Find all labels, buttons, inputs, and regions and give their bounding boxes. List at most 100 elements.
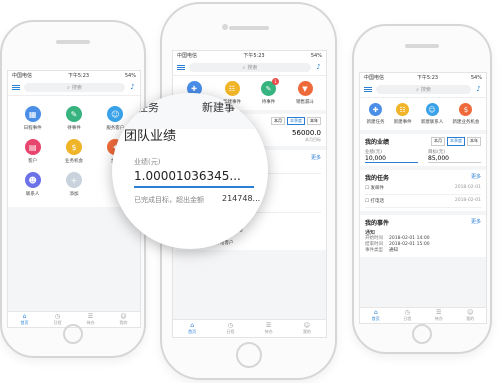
period-quarter[interactable]: 本季度 bbox=[287, 117, 305, 125]
shortcut-icon: ☺ bbox=[425, 103, 439, 116]
shortcut-icon: + bbox=[65, 172, 82, 188]
tab-todo[interactable]: ☰ 待办 bbox=[423, 308, 455, 323]
menu-icon[interactable] bbox=[364, 87, 372, 92]
shortcut-label: 新建业务机会 bbox=[452, 120, 480, 125]
tab-home[interactable]: ⌂ 首页 bbox=[8, 312, 41, 327]
home-icon: ⌂ bbox=[373, 309, 378, 316]
bell-icon[interactable]: ♪ bbox=[475, 86, 482, 93]
calendar-icon: ◷ bbox=[227, 322, 233, 329]
more-link[interactable]: 更多 bbox=[471, 218, 481, 227]
search-input[interactable]: ⌕ 搜索 bbox=[189, 63, 311, 72]
home-icon: ⌂ bbox=[22, 313, 27, 320]
earpiece bbox=[56, 40, 90, 44]
shortcut-label: 新建联系人 bbox=[420, 120, 444, 125]
home-button bbox=[235, 342, 262, 368]
lens-title: 团队业绩 bbox=[124, 129, 177, 144]
my-tasks: 我的任务 更多 ☐ 发邮件 2018-02-01 ☐ 打电话 2018-02-01 bbox=[360, 170, 486, 211]
shortcut-label: 业务机会 bbox=[64, 159, 83, 164]
right-screen: 中国电信 下午5:23 54% ⌕ 搜索 ♪ ✚ 新建任务 ☷ 新建事件 ☺ 新建联系人 $ 新… bbox=[359, 72, 487, 324]
search-icon: ⌕ bbox=[67, 84, 70, 91]
search-input[interactable]: ⌕ 搜索 bbox=[24, 83, 125, 92]
shortcut-item[interactable]: ✎ 待事件 bbox=[53, 106, 94, 131]
tab-schedule[interactable]: ◷ 日程 bbox=[211, 320, 249, 337]
badge: 1 bbox=[272, 78, 279, 85]
shortcut-label: 新建任务 bbox=[366, 120, 385, 125]
target-value: 56000.0 bbox=[292, 129, 321, 137]
shortcut-icon: $ bbox=[459, 103, 473, 116]
list-icon: ☰ bbox=[87, 313, 94, 320]
list-icon: ☰ bbox=[265, 322, 272, 329]
user-icon: ☺ bbox=[120, 313, 127, 320]
shortcut-icon: ✚ bbox=[369, 103, 383, 116]
front-camera bbox=[222, 24, 228, 30]
more-link[interactable]: 更多 bbox=[311, 154, 321, 163]
task-row[interactable]: ☐ 发邮件 2018-02-01 bbox=[365, 182, 481, 195]
tab-home[interactable]: ⌂ 首页 bbox=[173, 320, 211, 337]
shortcut-label: 待事件 bbox=[67, 126, 81, 131]
detail-row: 事件类型 通知 bbox=[365, 248, 398, 253]
period-month[interactable]: 本月 bbox=[271, 117, 285, 125]
shortcut-label: 日程事件 bbox=[23, 126, 42, 131]
battery: 54% bbox=[124, 72, 136, 79]
search-icon: ⌕ bbox=[416, 86, 419, 93]
search-input[interactable]: ⌕ 搜索 bbox=[376, 85, 471, 94]
shortcut-item[interactable]: ☷ 新建事件 bbox=[394, 103, 412, 125]
task-row[interactable]: ☐ 打电话 2018-02-01 bbox=[365, 195, 481, 208]
bell-icon[interactable]: ♪ bbox=[315, 64, 322, 71]
period-year[interactable]: 本年 bbox=[467, 137, 481, 146]
period-month[interactable]: 本月 bbox=[431, 137, 445, 146]
tab-me[interactable]: ☺ 我的 bbox=[455, 308, 487, 323]
home-button bbox=[412, 324, 432, 344]
user-icon: ☺ bbox=[467, 309, 474, 316]
tab-schedule[interactable]: ◷ 日程 bbox=[392, 308, 424, 323]
app-bar: ⌕ 搜索 ♪ bbox=[173, 60, 326, 76]
shortcut-item[interactable]: $ 新建业务机会 bbox=[452, 103, 479, 125]
lens-tab-new: 新建事 bbox=[202, 101, 235, 114]
bell-icon[interactable]: ♪ bbox=[129, 84, 136, 91]
shortcut-item[interactable]: ▤ 客户 bbox=[12, 139, 53, 164]
target-value: 85,000 bbox=[428, 155, 481, 163]
shortcut-item[interactable]: + 添加 bbox=[53, 172, 94, 197]
shortcut-label: 新建事件 bbox=[393, 120, 412, 125]
shortcut-icon: ✎ bbox=[65, 106, 82, 122]
tab-home[interactable]: ⌂ 首页 bbox=[360, 308, 392, 323]
shortcut-label: 添加 bbox=[69, 192, 79, 197]
my-performance: 我的业绩 本月 本季度 本年 业绩(元) 10,000 目标(元) 85,000 bbox=[360, 134, 486, 166]
tab-me[interactable]: ☺ 我的 bbox=[107, 312, 140, 327]
shortcut-item[interactable]: ✚ 新建任务 bbox=[367, 103, 385, 125]
clock: 下午5:23 bbox=[67, 73, 90, 79]
carrier: 中国电信 bbox=[12, 73, 33, 79]
calendar-icon: ◷ bbox=[404, 309, 410, 316]
tab-todo[interactable]: ☰ 待办 bbox=[74, 312, 107, 327]
quick-actions: ✚ 新建任务 ☷ 新建事件 ☺ 新建联系人 $ 新建业务机会 bbox=[360, 98, 486, 130]
shortcut-icon: ▦ bbox=[24, 106, 41, 122]
shortcut-label: 联系人 bbox=[25, 192, 40, 197]
lens-value: 1.00001036345... bbox=[134, 169, 241, 183]
search-icon: ⌕ bbox=[242, 64, 246, 71]
status-bar: 中国电信 下午5:23 54% bbox=[360, 73, 486, 82]
shortcut-item[interactable]: ▼ 销售漏斗 bbox=[296, 81, 314, 105]
section-title: 我的业绩 bbox=[365, 139, 390, 146]
shortcut-item[interactable]: ☺ 新建联系人 bbox=[420, 103, 444, 125]
lens-field-label: 业绩(元) bbox=[134, 158, 161, 166]
magnifier-lens: 建任务 新建事 团队业绩 业绩(元) 1.00001036345... 已完成目… bbox=[112, 93, 268, 249]
period-year[interactable]: 本年 bbox=[307, 117, 321, 125]
tab-bar: ⌂ 首页 ◷ 日程 ☰ 待办 ☺ 我的 bbox=[173, 319, 326, 337]
tab-me[interactable]: ☺ 我的 bbox=[288, 320, 326, 337]
tab-todo[interactable]: ☰ 待办 bbox=[250, 320, 288, 337]
shortcut-item[interactable]: $ 业务机会 bbox=[53, 139, 94, 164]
tab-bar: ⌂ 首页 ◷ 日程 ☰ 待办 ☺ 我的 bbox=[360, 307, 486, 323]
more-link[interactable]: 更多 bbox=[471, 173, 481, 182]
shortcut-icon: ☷ bbox=[396, 103, 410, 116]
lens-note: 已完成目标，超出金额 bbox=[134, 196, 204, 204]
period-quarter[interactable]: 本季度 bbox=[447, 137, 465, 146]
shortcut-item[interactable]: ▦ 日程事件 bbox=[12, 106, 53, 131]
menu-icon[interactable] bbox=[177, 65, 185, 70]
menu-icon[interactable] bbox=[12, 85, 20, 90]
user-icon: ☺ bbox=[303, 322, 310, 329]
app-bar: ⌕ 搜索 ♪ bbox=[360, 82, 486, 98]
shortcut-item[interactable]: ☻ 联系人 bbox=[12, 172, 53, 197]
status-bar: 中国电信 下午5:23 54% bbox=[173, 51, 326, 60]
home-icon: ⌂ bbox=[190, 322, 195, 329]
earpiece bbox=[228, 26, 269, 30]
